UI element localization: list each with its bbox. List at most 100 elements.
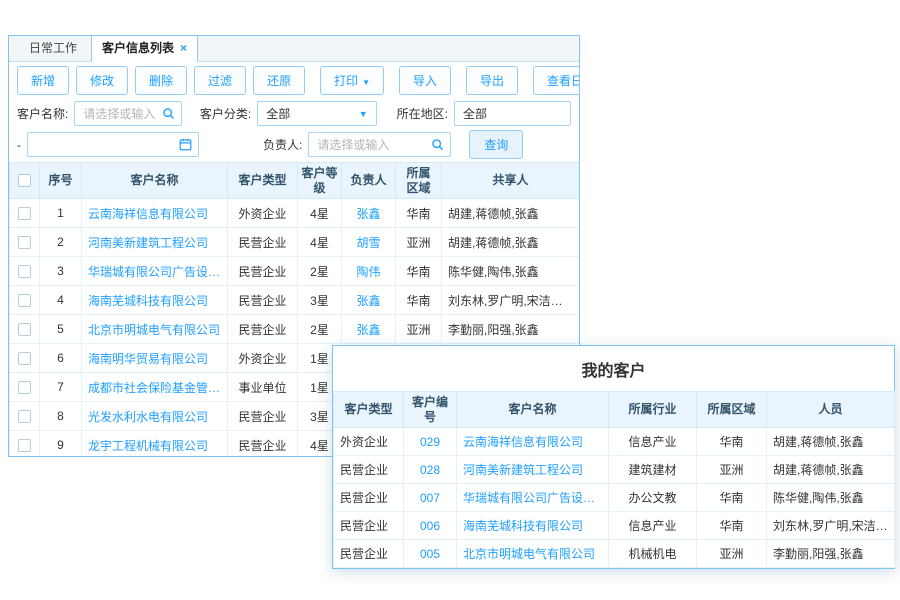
row-checkbox[interactable] [18, 236, 31, 249]
cell-shared: 刘东林,罗广明,宋洁然,张鑫 [442, 286, 580, 315]
row-checkbox[interactable] [18, 352, 31, 365]
owner-link[interactable]: 陶伟 [342, 257, 396, 286]
cell-type: 民营企业 [334, 456, 404, 484]
row-checkbox[interactable] [18, 207, 31, 220]
row-checkbox[interactable] [18, 294, 31, 307]
cell-region: 华南 [396, 257, 442, 286]
import-button[interactable]: 导入 [399, 66, 451, 95]
cell-type: 事业单位 [228, 373, 298, 402]
owner-link[interactable]: 张鑫 [342, 199, 396, 228]
select-all-checkbox[interactable] [18, 174, 31, 187]
desktop: 日常工作 客户信息列表 × 新增 修改 删除 过滤 还原 打印▼ 导入 导出 查… [0, 0, 900, 600]
col-header-type: 客户类型 [228, 163, 298, 199]
customer-name-link[interactable]: 华瑞城有限公司广告设计部 [457, 484, 609, 512]
cell-no: 2 [40, 228, 82, 257]
search-icon[interactable] [162, 107, 175, 120]
region-select[interactable]: 全部 [454, 101, 571, 126]
customer-name-link[interactable]: 海南芜城科技有限公司 [457, 512, 609, 540]
cell-region: 华南 [697, 428, 767, 456]
cell-type: 民营企业 [228, 431, 298, 458]
add-button[interactable]: 新增 [17, 66, 69, 95]
calendar-icon[interactable] [179, 138, 192, 151]
col-header-no: 客户编 号 [404, 392, 457, 428]
delete-button[interactable]: 删除 [135, 66, 187, 95]
table-row[interactable]: 5 北京市明城电气有限公司 民营企业 2星 张鑫 亚洲 李勤丽,阳强,张鑫 [10, 315, 580, 344]
cell-shared: 胡建,蒋德帧,张鑫 [442, 228, 580, 257]
region-label: 所在地区: [397, 105, 448, 122]
edit-button[interactable]: 修改 [76, 66, 128, 95]
customer-no-link[interactable]: 005 [404, 540, 457, 568]
toolbar: 新增 修改 删除 过滤 还原 打印▼ 导入 导出 查看日志 [9, 62, 579, 98]
cell-type: 民营企业 [334, 484, 404, 512]
table-row[interactable]: 1 云南海祥信息有限公司 外资企业 4星 张鑫 华南 胡建,蒋德帧,张鑫 [10, 199, 580, 228]
customer-name-link[interactable]: 龙宇工程机械有限公司 [82, 431, 228, 458]
filter-button[interactable]: 过滤 [194, 66, 246, 95]
panel-title: 我的客户 [333, 346, 894, 391]
customer-no-link[interactable]: 006 [404, 512, 457, 540]
table-row[interactable]: 民营企业 005 北京市明城电气有限公司 机械机电 亚洲 李勤丽,阳强,张鑫 [334, 540, 895, 568]
row-checkbox[interactable] [18, 265, 31, 278]
customer-name-link[interactable]: 云南海祥信息有限公司 [82, 199, 228, 228]
query-button[interactable]: 查询 [469, 130, 523, 159]
date-range-dash: - [17, 138, 21, 152]
customer-no-link[interactable]: 007 [404, 484, 457, 512]
tab-label: 日常工作 [29, 41, 77, 55]
customer-name-link[interactable]: 河南美新建筑工程公司 [457, 456, 609, 484]
restore-button[interactable]: 还原 [253, 66, 305, 95]
my-customers-table: 客户类型 客户编 号 客户名称 所属行业 所属区域 人员 外资企业 029 云南… [333, 391, 895, 568]
search-icon[interactable] [431, 138, 444, 151]
customer-name-link[interactable]: 海南明华贸易有限公司 [82, 344, 228, 373]
customer-name-link[interactable]: 华瑞城有限公司广告设计部 [82, 257, 228, 286]
my-customers-panel: 我的客户 客户类型 客户编 号 客户名称 所属行业 所属区域 人员 外资企业 0… [332, 345, 895, 569]
customer-name-link[interactable]: 光发水利水电有限公司 [82, 402, 228, 431]
cell-type: 民营企业 [334, 512, 404, 540]
customer-name-link[interactable]: 北京市明城电气有限公司 [457, 540, 609, 568]
cell-staff: 刘东林,罗广明,宋洁然... [767, 512, 895, 540]
export-button[interactable]: 导出 [466, 66, 518, 95]
cell-region: 华南 [697, 512, 767, 540]
table-row[interactable]: 民营企业 007 华瑞城有限公司广告设计部 办公文教 华南 陈华健,陶伟,张鑫 [334, 484, 895, 512]
customer-name-link[interactable]: 北京市明城电气有限公司 [82, 315, 228, 344]
table-row[interactable]: 4 海南芜城科技有限公司 民营企业 3星 张鑫 华南 刘东林,罗广明,宋洁然,张… [10, 286, 580, 315]
customer-name-link[interactable]: 云南海祥信息有限公司 [457, 428, 609, 456]
row-checkbox[interactable] [18, 323, 31, 336]
owner-link[interactable]: 张鑫 [342, 286, 396, 315]
chevron-down-icon: ▼ [359, 109, 368, 119]
owner-link[interactable]: 张鑫 [342, 315, 396, 344]
table-row[interactable]: 3 华瑞城有限公司广告设计部 民营企业 2星 陶伟 华南 陈华健,陶伟,张鑫 [10, 257, 580, 286]
view-log-button[interactable]: 查看日志 [533, 66, 580, 95]
customer-name-link[interactable]: 海南芜城科技有限公司 [82, 286, 228, 315]
customer-name-link[interactable]: 河南美新建筑工程公司 [82, 228, 228, 257]
cell-grade: 4星 [298, 228, 342, 257]
filter-row-2: - 负责人: 查询 [17, 129, 571, 160]
cell-no: 9 [40, 431, 82, 458]
owner-field-wrap [308, 132, 451, 157]
table-header-row: 客户类型 客户编 号 客户名称 所属行业 所属区域 人员 [334, 392, 895, 428]
tab-daily-work[interactable]: 日常工作 [15, 35, 91, 61]
tab-close-icon[interactable]: × [180, 41, 187, 55]
cell-type: 民营企业 [228, 315, 298, 344]
tab-bar: 日常工作 客户信息列表 × [9, 36, 579, 62]
date-input[interactable] [28, 133, 198, 156]
table-row[interactable]: 外资企业 029 云南海祥信息有限公司 信息产业 华南 胡建,蒋德帧,张鑫 [334, 428, 895, 456]
table-row[interactable]: 民营企业 006 海南芜城科技有限公司 信息产业 华南 刘东林,罗广明,宋洁然.… [334, 512, 895, 540]
col-header-name: 客户名称 [457, 392, 609, 428]
table-row[interactable]: 民营企业 028 河南美新建筑工程公司 建筑建材 亚洲 胡建,蒋德帧,张鑫 [334, 456, 895, 484]
cell-type: 民营企业 [228, 286, 298, 315]
cell-region: 华南 [396, 199, 442, 228]
cell-staff: 胡建,蒋德帧,张鑫 [767, 428, 895, 456]
row-checkbox[interactable] [18, 439, 31, 452]
customer-name-link[interactable]: 成都市社会保险基金管理... [82, 373, 228, 402]
owner-link[interactable]: 胡雪 [342, 228, 396, 257]
cell-region: 亚洲 [697, 456, 767, 484]
customer-no-link[interactable]: 028 [404, 456, 457, 484]
row-checkbox[interactable] [18, 410, 31, 423]
customer-category-select[interactable]: 全部 ▼ [257, 101, 376, 126]
owner-input[interactable] [309, 133, 450, 156]
tab-customer-list[interactable]: 客户信息列表 × [91, 35, 198, 62]
customer-no-link[interactable]: 029 [404, 428, 457, 456]
row-checkbox[interactable] [18, 381, 31, 394]
table-row[interactable]: 2 河南美新建筑工程公司 民营企业 4星 胡雪 亚洲 胡建,蒋德帧,张鑫 [10, 228, 580, 257]
selected-value: 全部 [463, 105, 487, 122]
print-button[interactable]: 打印▼ [320, 66, 384, 95]
